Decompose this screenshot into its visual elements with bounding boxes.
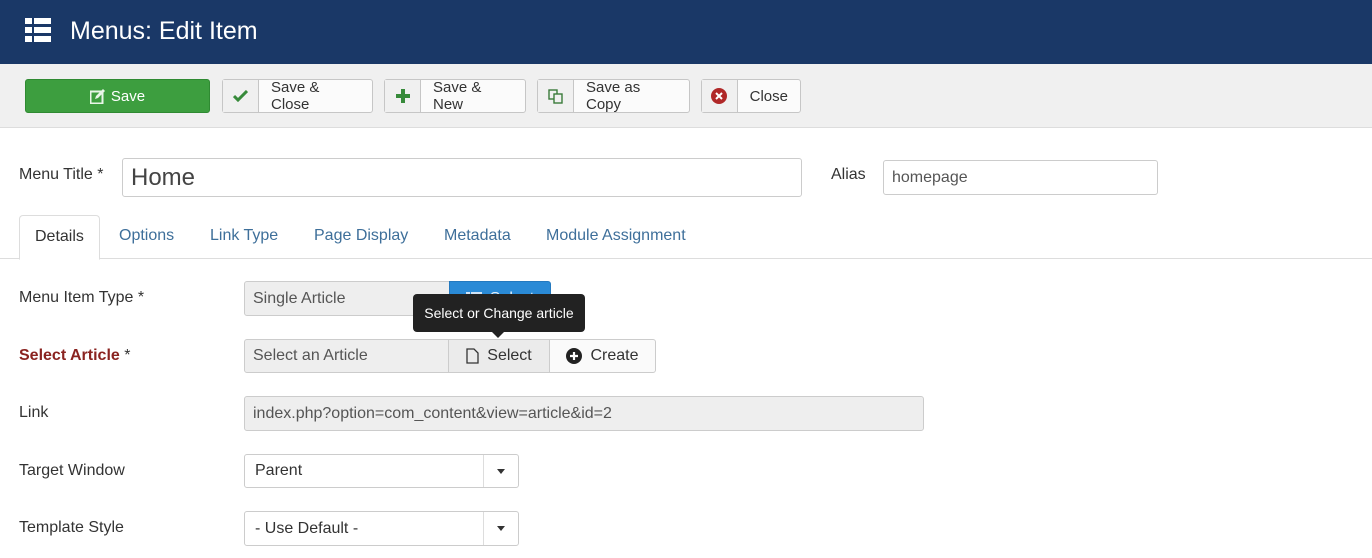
select-article-button[interactable]: Select — [448, 339, 550, 373]
tooltip: Select or Change article — [413, 294, 585, 332]
chevron-down-icon — [483, 455, 518, 487]
edit-icon — [89, 88, 105, 104]
plus-icon — [385, 80, 421, 112]
close-label: Close — [749, 87, 788, 105]
page-title: Menus: Edit Item — [70, 17, 258, 45]
create-label: Create — [590, 347, 639, 364]
menu-item-type-label: Menu Item Type * — [19, 289, 145, 306]
tab-metadata[interactable]: Metadata — [429, 215, 526, 259]
list-icon — [25, 18, 51, 42]
save-new-label: Save & New — [433, 79, 482, 113]
chevron-down-icon — [483, 512, 518, 545]
target-window-value: Parent — [255, 462, 303, 479]
template-style-select[interactable]: - Use Default - — [244, 511, 519, 546]
tab-module-assignment[interactable]: Module Assignment — [531, 215, 701, 259]
copy-icon — [538, 80, 574, 112]
close-circle-icon — [702, 80, 738, 112]
file-icon — [466, 348, 479, 364]
alias-label: Alias — [831, 166, 866, 183]
tab-details[interactable]: Details — [19, 215, 100, 260]
link-label: Link — [19, 404, 49, 421]
alias-input[interactable]: homepage — [883, 160, 1158, 195]
tab-link-type[interactable]: Link Type — [195, 215, 293, 259]
target-window-label: Target Window — [19, 462, 125, 479]
page-header: Menus: Edit Item — [0, 0, 1372, 64]
tab-page-display[interactable]: Page Display — [299, 215, 423, 259]
select-article-input: Select an Article — [244, 339, 450, 373]
menu-title-label: Menu Title * — [19, 166, 104, 183]
menu-title-input[interactable]: Home — [122, 158, 802, 197]
save-new-button[interactable]: Save & New — [384, 79, 526, 113]
tab-bar: Details Options Link Type Page Display M… — [0, 215, 1372, 260]
required-mark: * — [119, 347, 131, 364]
target-window-select[interactable]: Parent — [244, 454, 519, 488]
template-style-label: Template Style — [19, 519, 124, 536]
select-article-button-label: Select — [487, 347, 532, 364]
save-as-copy-label: Save as Copy — [586, 79, 641, 113]
tooltip-arrow — [492, 332, 504, 338]
tab-options[interactable]: Options — [104, 215, 189, 259]
template-style-value: - Use Default - — [255, 519, 359, 537]
toolbar: Save Save & Close Save & New Save as Cop… — [0, 64, 1372, 128]
save-button[interactable]: Save — [25, 79, 210, 113]
create-article-button[interactable]: Create — [549, 339, 656, 373]
check-icon — [223, 80, 259, 112]
link-input: index.php?option=com_content&view=articl… — [244, 396, 924, 431]
close-button[interactable]: Close — [701, 79, 801, 113]
save-label: Save — [110, 87, 146, 105]
save-close-label: Save & Close — [271, 79, 320, 113]
select-article-label-text: Select Article — [19, 347, 120, 364]
save-as-copy-button[interactable]: Save as Copy — [537, 79, 690, 113]
select-article-label: Select Article * — [19, 347, 130, 365]
plus-circle-icon — [566, 348, 583, 364]
save-close-button[interactable]: Save & Close — [222, 79, 373, 113]
